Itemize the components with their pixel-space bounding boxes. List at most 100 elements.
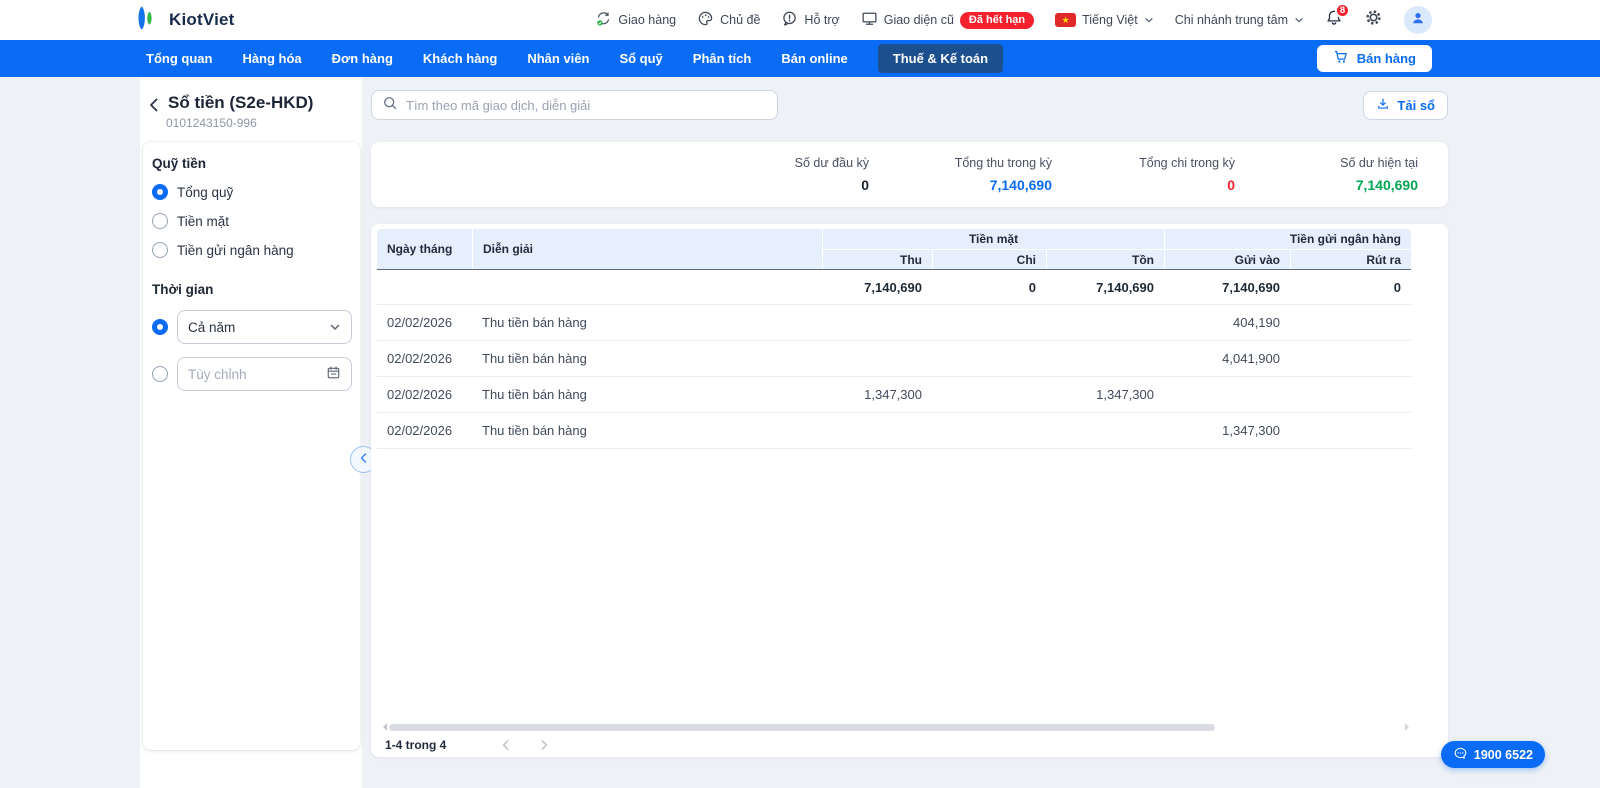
ledger-table-card: Ngày tháng Diễn giải Tiền mặt Tiền gửi n… bbox=[371, 224, 1448, 757]
search-input[interactable] bbox=[406, 97, 767, 113]
search-icon bbox=[382, 95, 398, 116]
notification-count-badge: 8 bbox=[1335, 2, 1350, 18]
col-header-ton: Tồn bbox=[1046, 249, 1164, 269]
tab-nhan-vien[interactable]: Nhân viên bbox=[527, 44, 589, 73]
expired-badge: Đã hết hạn bbox=[959, 11, 1035, 29]
tab-ban-online[interactable]: Bán online bbox=[781, 44, 847, 73]
summary-card: Số dư đầu kỳ 0 Tổng thu trong kỳ 7,140,6… bbox=[371, 142, 1448, 207]
table-row[interactable]: 02/02/2026 Thu tiền bán hàng 404,190 bbox=[377, 305, 1411, 341]
time-section-title: Thời gian bbox=[152, 282, 214, 297]
delivery-icon bbox=[595, 10, 612, 30]
tab-hang-hoa[interactable]: Hàng hóa bbox=[242, 44, 301, 73]
tab-thue-ke-toan[interactable]: Thuế & Kế toán bbox=[877, 44, 1004, 73]
tax-code: 0101243150-996 bbox=[166, 116, 257, 130]
sell-button[interactable]: Bán hàng bbox=[1316, 45, 1432, 72]
stat-current-balance: Số dư hiện tại 7,140,690 bbox=[1340, 156, 1418, 193]
fund-option-tien-mat[interactable]: Tiền mặt bbox=[152, 213, 352, 229]
radio-checked-icon[interactable] bbox=[152, 319, 168, 335]
radio-icon[interactable] bbox=[152, 366, 168, 382]
pagination: 1-4 trong 4 bbox=[385, 738, 551, 752]
palette-icon bbox=[697, 10, 714, 30]
col-header-date: Ngày tháng bbox=[387, 242, 453, 256]
fund-option-tien-gui-ngan-hang[interactable]: Tiền gửi ngân hàng bbox=[152, 242, 352, 258]
menu-ho-tro[interactable]: Hỗ trợ bbox=[781, 10, 840, 30]
time-preset-select[interactable]: Cả năm bbox=[177, 310, 352, 344]
next-page-button[interactable] bbox=[537, 738, 551, 752]
total-rut-ra: 0 bbox=[1393, 279, 1401, 295]
col-header-rut-ra: Rút ra bbox=[1290, 249, 1411, 269]
chevron-left-icon bbox=[358, 451, 370, 469]
tab-so-quy[interactable]: Sổ quỹ bbox=[619, 44, 662, 73]
custom-date-input[interactable]: Tùy chỉnh bbox=[177, 357, 352, 391]
horizontal-scrollbar[interactable] bbox=[379, 723, 1413, 731]
prev-page-button[interactable] bbox=[499, 738, 513, 752]
scroll-left-arrow-icon[interactable] bbox=[379, 723, 387, 731]
fund-section-title: Quỹ tiền bbox=[152, 156, 207, 171]
stat-total-income: Tổng thu trong kỳ 7,140,690 bbox=[954, 156, 1052, 193]
stat-opening-balance: Số dư đầu kỳ 0 bbox=[794, 156, 869, 193]
col-header-desc: Diễn giải bbox=[472, 229, 822, 269]
tab-khach-hang[interactable]: Khách hàng bbox=[423, 44, 497, 73]
time-custom-row: Tùy chỉnh bbox=[152, 357, 352, 391]
download-icon bbox=[1376, 97, 1390, 114]
chevron-down-icon bbox=[1294, 15, 1304, 25]
chevron-down-icon bbox=[329, 321, 341, 333]
back-button[interactable] bbox=[146, 97, 162, 113]
pagination-range: 1-4 trong 4 bbox=[385, 738, 447, 752]
total-thu: 7,140,690 bbox=[864, 279, 922, 295]
vietnam-flag-icon: ★ bbox=[1055, 13, 1077, 27]
scrollbar-thumb[interactable] bbox=[389, 723, 1215, 731]
radio-icon[interactable] bbox=[152, 242, 168, 258]
stat-total-expense: Tổng chi trong kỳ 0 bbox=[1139, 156, 1235, 193]
tab-tong-quan[interactable]: Tổng quan bbox=[146, 44, 212, 73]
total-gui-vao: 7,140,690 bbox=[1222, 279, 1280, 295]
main-area: Sổ tiền (S2e-HKD) 0101243150-996 Quỹ tiề… bbox=[0, 77, 1600, 788]
chat-bubble-icon bbox=[1453, 746, 1468, 764]
notifications-button[interactable]: 8 bbox=[1325, 2, 1350, 32]
menu-giao-dien-cu[interactable]: Giao diện cũ Đã hết hạn bbox=[861, 10, 1035, 30]
brand-logo[interactable]: KiotViet bbox=[133, 5, 235, 36]
table-row[interactable]: 02/02/2026 Thu tiền bán hàng 1,347,300 1… bbox=[377, 377, 1411, 413]
page-title: Sổ tiền (S2e-HKD) bbox=[168, 93, 314, 112]
group-header-cash: Tiền mặt bbox=[822, 229, 1164, 249]
radio-checked-icon[interactable] bbox=[152, 184, 168, 200]
filter-panel: Quỹ tiền Tổng quỹ Tiền mặt Tiền gửi ngân… bbox=[143, 142, 360, 750]
table-row[interactable]: 02/02/2026 Thu tiền bán hàng 4,041,900 bbox=[377, 341, 1411, 377]
table-row[interactable]: 02/02/2026 Thu tiền bán hàng 1,347,300 bbox=[377, 413, 1411, 449]
total-chi: 0 bbox=[1028, 279, 1036, 295]
table-totals-row: 7,140,690 0 7,140,690 7,140,690 0 bbox=[377, 270, 1411, 305]
person-icon bbox=[1410, 10, 1426, 31]
user-avatar[interactable] bbox=[1404, 6, 1432, 34]
chevron-down-icon bbox=[1144, 15, 1154, 25]
tab-phan-tich[interactable]: Phân tích bbox=[693, 44, 752, 73]
monitor-icon bbox=[861, 10, 878, 30]
settings-button[interactable] bbox=[1364, 8, 1383, 32]
search-box[interactable] bbox=[371, 90, 778, 120]
col-header-chi: Chi bbox=[932, 249, 1046, 269]
col-header-gui-vao: Gửi vào bbox=[1164, 249, 1290, 269]
kiotviet-app: KiotViet Giao hàng Chủ đề Hỗ trợ Giao di… bbox=[0, 0, 1600, 788]
menu-giao-hang[interactable]: Giao hàng bbox=[595, 10, 676, 30]
download-ledger-button[interactable]: Tải sổ bbox=[1363, 90, 1448, 120]
brand-name: KiotViet bbox=[169, 10, 235, 29]
total-ton: 7,140,690 bbox=[1096, 279, 1154, 295]
main-nav: Tổng quan Hàng hóa Đơn hàng Khách hàng N… bbox=[0, 40, 1600, 77]
help-icon bbox=[781, 10, 798, 30]
kiotviet-logo-icon bbox=[133, 5, 162, 36]
radio-icon[interactable] bbox=[152, 213, 168, 229]
time-preset-row: Cả năm bbox=[152, 310, 352, 344]
group-header-bank: Tiền gửi ngân hàng bbox=[1164, 229, 1411, 249]
tab-don-hang[interactable]: Đơn hàng bbox=[332, 44, 393, 73]
content-area: Tải sổ Số dư đầu kỳ 0 Tổng thu trong kỳ … bbox=[371, 77, 1448, 757]
calendar-icon bbox=[326, 365, 341, 383]
support-hotline-button[interactable]: 1900 6522 bbox=[1440, 741, 1545, 768]
cart-icon bbox=[1333, 49, 1349, 68]
scroll-right-arrow-icon[interactable] bbox=[1405, 723, 1413, 731]
col-header-thu: Thu bbox=[822, 249, 932, 269]
sidebar: Sổ tiền (S2e-HKD) 0101243150-996 Quỹ tiề… bbox=[140, 77, 362, 788]
menu-chu-de[interactable]: Chủ đề bbox=[697, 10, 760, 30]
table-header: Ngày tháng Diễn giải Tiền mặt Tiền gửi n… bbox=[377, 229, 1411, 270]
language-switcher[interactable]: ★ Tiếng Việt bbox=[1055, 13, 1154, 27]
branch-selector[interactable]: Chi nhánh trung tâm bbox=[1175, 13, 1304, 27]
fund-option-tong-quy[interactable]: Tổng quỹ bbox=[152, 184, 352, 200]
